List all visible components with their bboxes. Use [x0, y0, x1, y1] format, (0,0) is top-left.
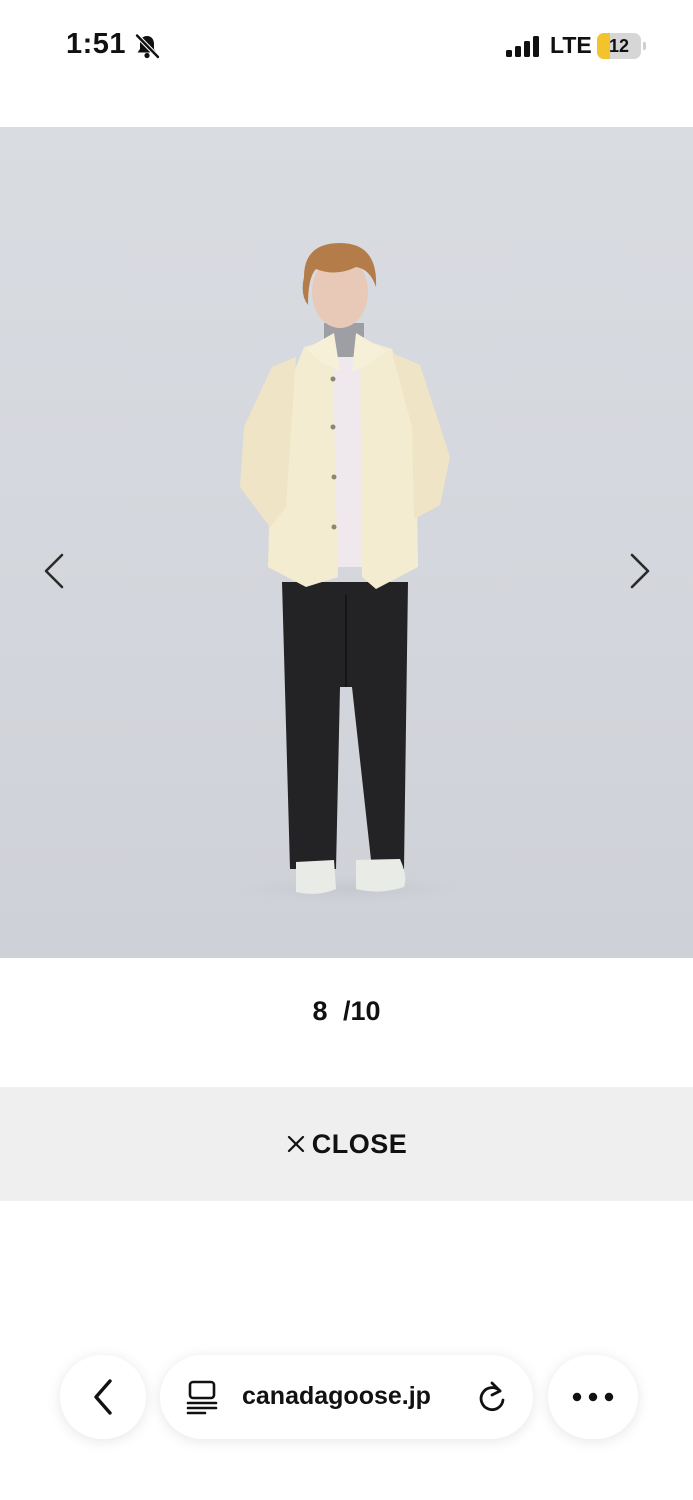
reload-icon[interactable]: [475, 1379, 509, 1415]
url-text[interactable]: canadagoose.jp: [242, 1382, 431, 1411]
address-bar[interactable]: canadagoose.jp: [160, 1355, 533, 1439]
close-label: CLOSE: [311, 1128, 408, 1159]
network-type: LTE: [550, 32, 592, 58]
signal-icon: [506, 36, 539, 57]
browser-back-button[interactable]: [60, 1355, 146, 1439]
more-button[interactable]: [548, 1355, 638, 1439]
close-button[interactable]: CLOSE: [0, 1087, 693, 1201]
model-photo: [240, 243, 460, 903]
reader-icon[interactable]: [185, 1379, 219, 1415]
gallery-next-button[interactable]: [618, 551, 658, 591]
status-bar: 1:51 LTE 12: [0, 0, 693, 95]
counter-total: /10: [343, 996, 381, 1026]
counter-current: 8: [312, 996, 328, 1026]
battery-level: 12: [608, 36, 630, 56]
chevron-left-icon: [94, 1379, 112, 1415]
image-counter: 8 /10: [0, 996, 693, 1027]
product-photo: [0, 127, 693, 958]
more-icon: [572, 1392, 614, 1402]
gallery-prev-button[interactable]: [36, 551, 76, 591]
bell-slash-icon: [135, 33, 160, 59]
battery-indicator: 12: [597, 33, 647, 59]
close-icon: [287, 1135, 304, 1153]
status-time: 1:51: [66, 28, 127, 60]
